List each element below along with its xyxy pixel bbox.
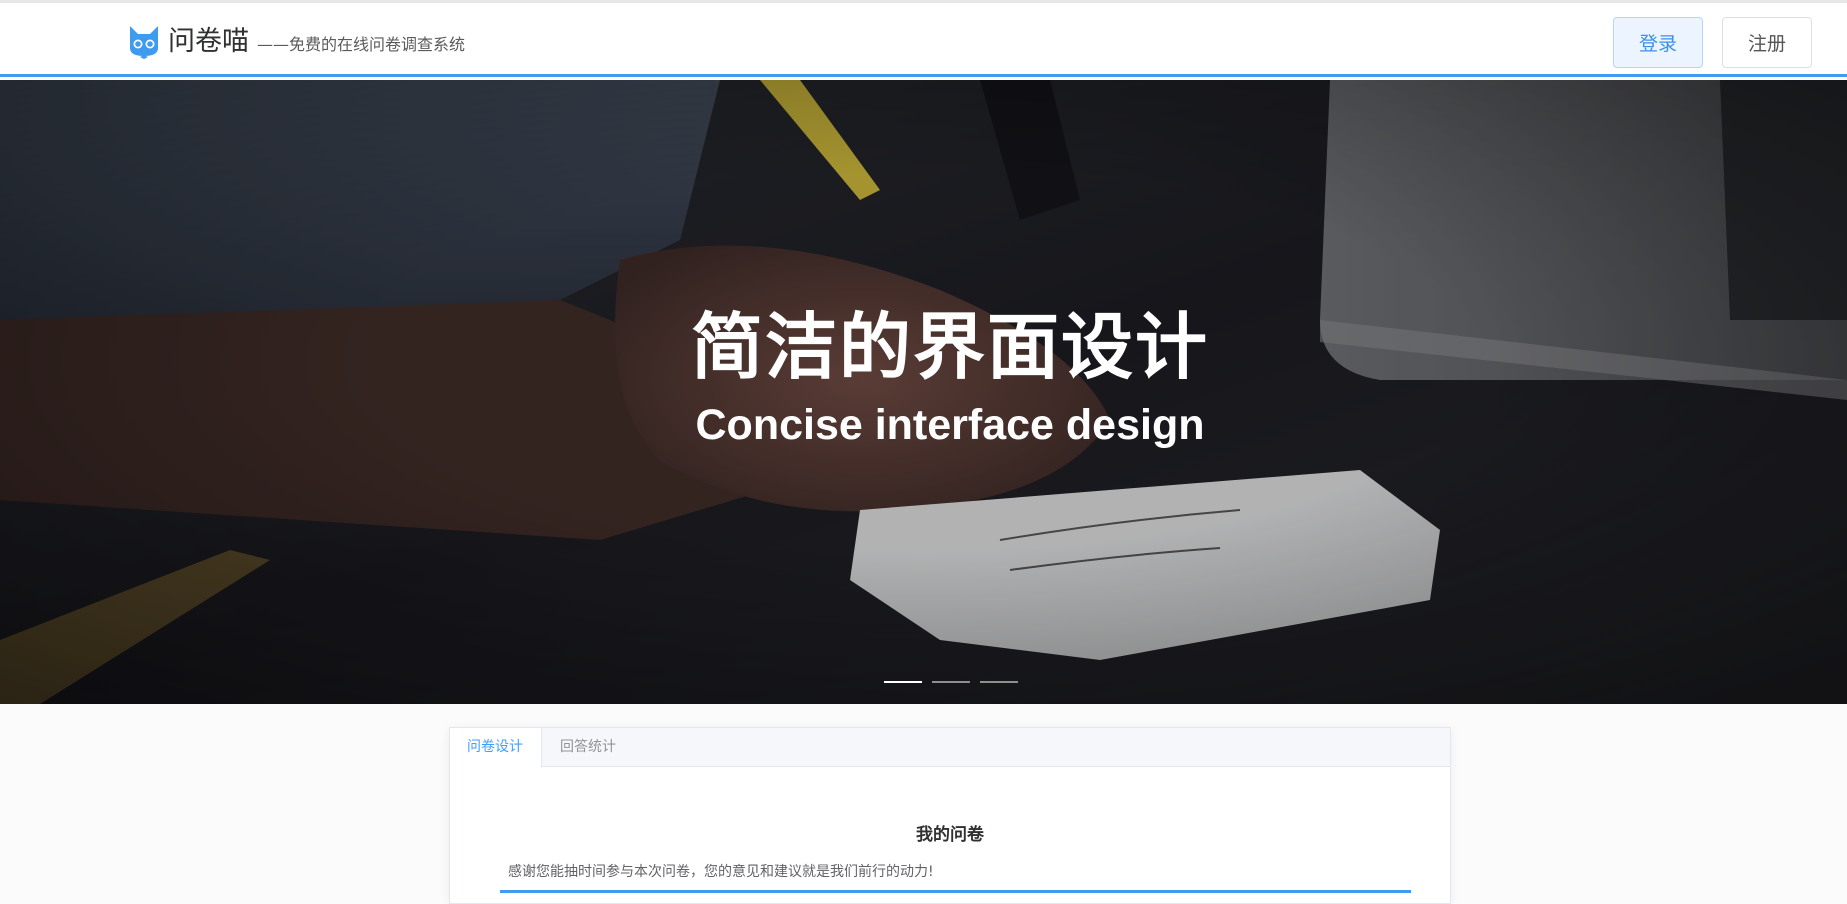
survey-card: 问卷设计 回答统计 我的问卷 感谢您能抽时间参与本次问卷，您的意见和建议就是我们…	[449, 727, 1451, 904]
hero-title: 简洁的界面设计	[690, 305, 1209, 389]
survey-title[interactable]: 我的问卷	[450, 820, 1450, 845]
survey-tabs: 问卷设计 回答统计	[450, 728, 1450, 768]
hero-background-image	[0, 80, 1847, 704]
survey-description[interactable]: 感谢您能抽时间参与本次问卷，您的意见和建议就是我们前行的动力!	[508, 861, 934, 881]
carousel-indicator-3[interactable]	[980, 681, 1018, 683]
carousel-indicators	[884, 681, 1018, 683]
tab-survey-design[interactable]: 问卷设计	[450, 728, 542, 768]
carousel-indicator-2[interactable]	[932, 681, 970, 683]
register-button[interactable]: 注册	[1722, 17, 1812, 68]
brand-name[interactable]: 问卷喵	[168, 25, 249, 59]
tab-answer-statistics[interactable]: 回答统计	[542, 728, 635, 767]
survey-description-underline	[500, 890, 1411, 893]
cat-logo-icon	[130, 26, 158, 59]
hero-subtitle: Concise interface design	[695, 401, 1205, 449]
hero-carousel: 简洁的界面设计 Concise interface design	[0, 80, 1847, 704]
carousel-indicator-1[interactable]	[884, 681, 922, 683]
login-button[interactable]: 登录	[1613, 17, 1703, 68]
navbar: 问卷喵 ——免费的在线问卷调查系统 登录 注册	[0, 3, 1847, 77]
brand-slogan: ——免费的在线问卷调查系统	[257, 35, 466, 54]
